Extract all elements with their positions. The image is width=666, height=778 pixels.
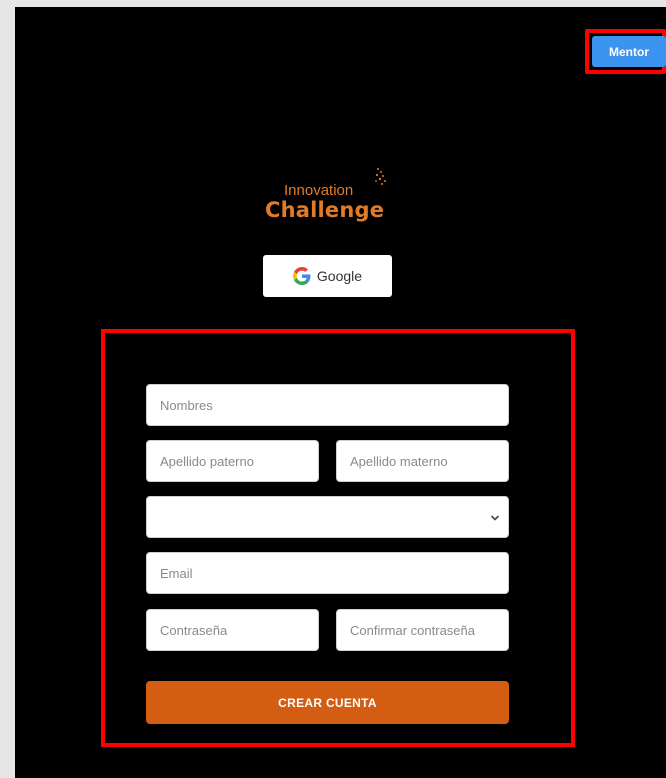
google-button-label: Google [316, 268, 363, 284]
apellido-materno-input[interactable] [336, 440, 509, 482]
category-select[interactable] [146, 496, 509, 538]
sparkle-dots-icon [375, 168, 386, 185]
nombres-input[interactable] [146, 384, 509, 426]
google-g-icon [292, 267, 311, 285]
email-input[interactable] [146, 552, 509, 594]
chevron-down-icon [490, 515, 500, 521]
innovation-challenge-logo: Innovation Challenge [260, 165, 400, 235]
crear-cuenta-button[interactable]: CREAR CUENTA [146, 681, 509, 724]
logo-line-1: Innovation [284, 182, 354, 199]
logo-line-2: Challenge [265, 198, 385, 222]
mentor-button[interactable]: Mentor [592, 36, 666, 67]
confirmar-contrasena-input[interactable] [336, 609, 509, 651]
category-select-box[interactable] [146, 496, 509, 538]
apellido-paterno-input[interactable] [146, 440, 319, 482]
google-signin-button[interactable]: Google [263, 255, 392, 297]
contrasena-input[interactable] [146, 609, 319, 651]
